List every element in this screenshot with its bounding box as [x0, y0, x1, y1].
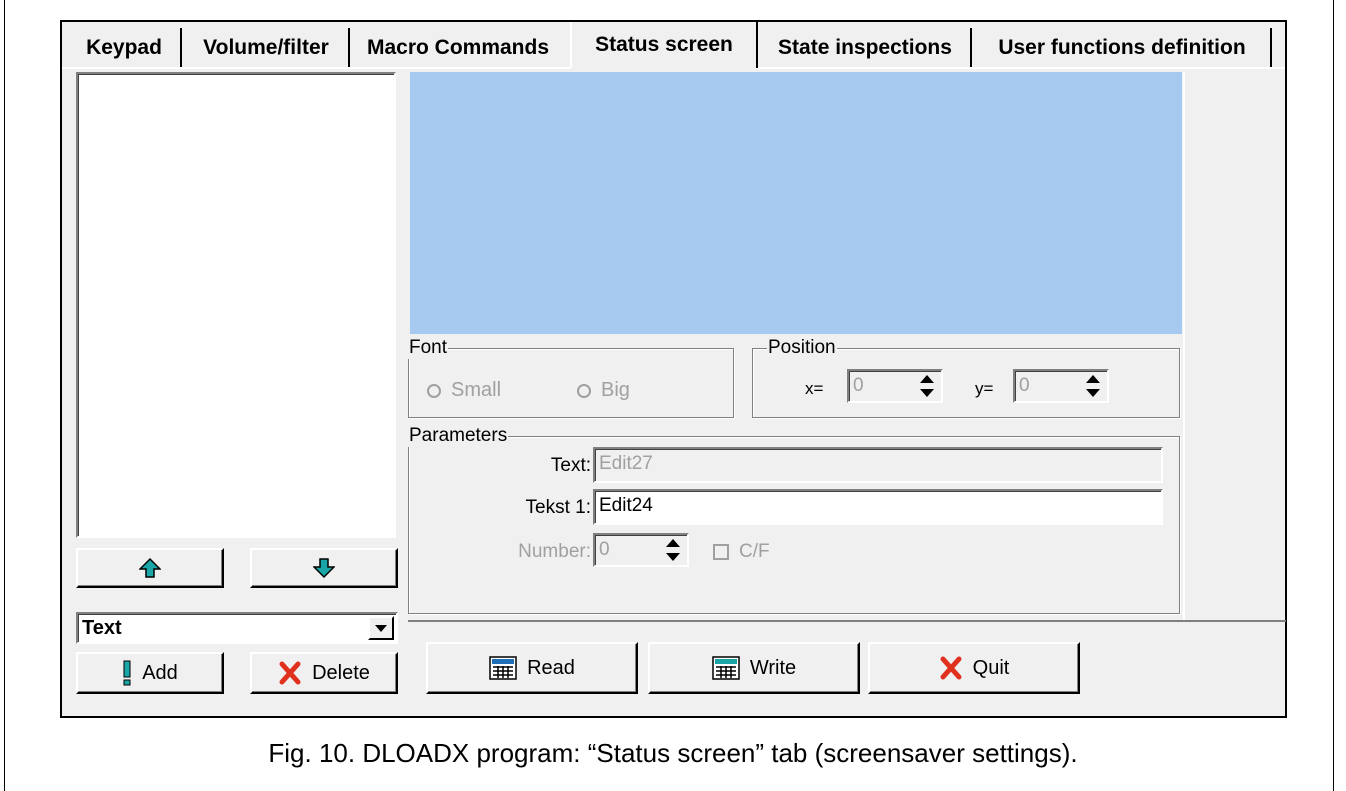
- cf-checkbox[interactable]: C/F: [713, 541, 770, 563]
- parameters-group: Parameters Text: Edit27 Tekst 1: Edit24 …: [408, 425, 1180, 614]
- element-type-select[interactable]: Text: [76, 612, 398, 644]
- x-spinner[interactable]: 0: [847, 369, 943, 403]
- number-spinner[interactable]: 0: [593, 533, 689, 567]
- write-button-label: Write: [749, 656, 797, 679]
- x-value: 0: [853, 375, 864, 396]
- arrow-up-icon: [139, 557, 161, 578]
- spin-arrows-icon[interactable]: [1085, 375, 1101, 397]
- position-group-title: Position: [767, 337, 837, 359]
- right-divider: [1183, 72, 1185, 620]
- bottom-separator: [408, 620, 1286, 622]
- font-group: Font Small Big: [408, 337, 734, 418]
- quit-button[interactable]: Quit: [868, 642, 1080, 694]
- text-label: Text:: [550, 455, 591, 476]
- move-up-button[interactable]: [76, 548, 224, 588]
- font-big-label: Big: [601, 379, 630, 401]
- status-elements-list[interactable]: [76, 72, 396, 538]
- y-spinner[interactable]: 0: [1013, 369, 1109, 403]
- cf-label: C/F: [739, 541, 770, 562]
- spin-arrows-icon[interactable]: [665, 539, 681, 561]
- tab-status-screen[interactable]: Status screen: [570, 22, 758, 68]
- x-label: x=: [805, 379, 824, 398]
- read-button-label: Read: [527, 656, 575, 679]
- y-label: y=: [975, 379, 994, 398]
- write-calculator-icon: [712, 656, 740, 680]
- tekst1-field[interactable]: Edit24: [593, 489, 1163, 525]
- red-x-icon: [279, 661, 301, 685]
- number-value: 0: [599, 539, 610, 560]
- position-group: Position x= 0 y= 0: [752, 337, 1180, 418]
- spin-arrows-icon[interactable]: [919, 375, 935, 397]
- arrow-down-icon: [313, 558, 335, 579]
- font-big-radio[interactable]: Big: [577, 379, 630, 402]
- chevron-down-icon[interactable]: [368, 616, 394, 640]
- radio-circle-icon: [577, 383, 591, 398]
- move-down-button[interactable]: [250, 548, 398, 588]
- add-button[interactable]: Add: [76, 652, 224, 694]
- figure-caption: Fig. 10. DLOADX program: “Status screen”…: [268, 738, 1078, 768]
- parameters-group-title: Parameters: [408, 425, 509, 447]
- text-field[interactable]: Edit27: [593, 447, 1163, 483]
- quit-button-label: Quit: [972, 656, 1010, 679]
- dloadx-window: Keypad Volume/filter Macro Commands Stat…: [60, 20, 1287, 718]
- font-group-title: Font: [408, 337, 449, 359]
- delete-button-label: Delete: [312, 661, 370, 684]
- delete-button[interactable]: Delete: [250, 652, 398, 694]
- font-small-radio[interactable]: Small: [427, 379, 501, 402]
- exclamation-icon: [123, 660, 131, 686]
- red-x-icon: [940, 656, 962, 680]
- radio-circle-icon: [427, 383, 441, 398]
- element-type-value: Text: [82, 617, 122, 639]
- tab-user-functions-definition[interactable]: User functions definition: [974, 28, 1272, 68]
- tab-bar: Keypad Volume/filter Macro Commands Stat…: [62, 22, 1285, 69]
- checkbox-box-icon: [713, 544, 729, 560]
- tab-underline-right: [758, 67, 1285, 69]
- screen-preview[interactable]: [410, 72, 1182, 334]
- add-button-label: Add: [142, 661, 178, 684]
- read-calculator-icon: [489, 656, 517, 680]
- tekst1-label: Tekst 1:: [525, 497, 591, 518]
- font-small-label: Small: [451, 379, 502, 401]
- write-button[interactable]: Write: [648, 642, 860, 694]
- y-value: 0: [1019, 375, 1030, 396]
- number-label: Number:: [518, 541, 591, 562]
- tab-volume-filter[interactable]: Volume/filter: [184, 28, 350, 68]
- tab-state-inspections[interactable]: State inspections: [760, 28, 972, 68]
- read-button[interactable]: Read: [426, 642, 638, 694]
- tab-keypad[interactable]: Keypad: [68, 28, 182, 68]
- tab-macro-commands[interactable]: Macro Commands: [352, 28, 564, 68]
- tab-underline-left: [62, 67, 570, 69]
